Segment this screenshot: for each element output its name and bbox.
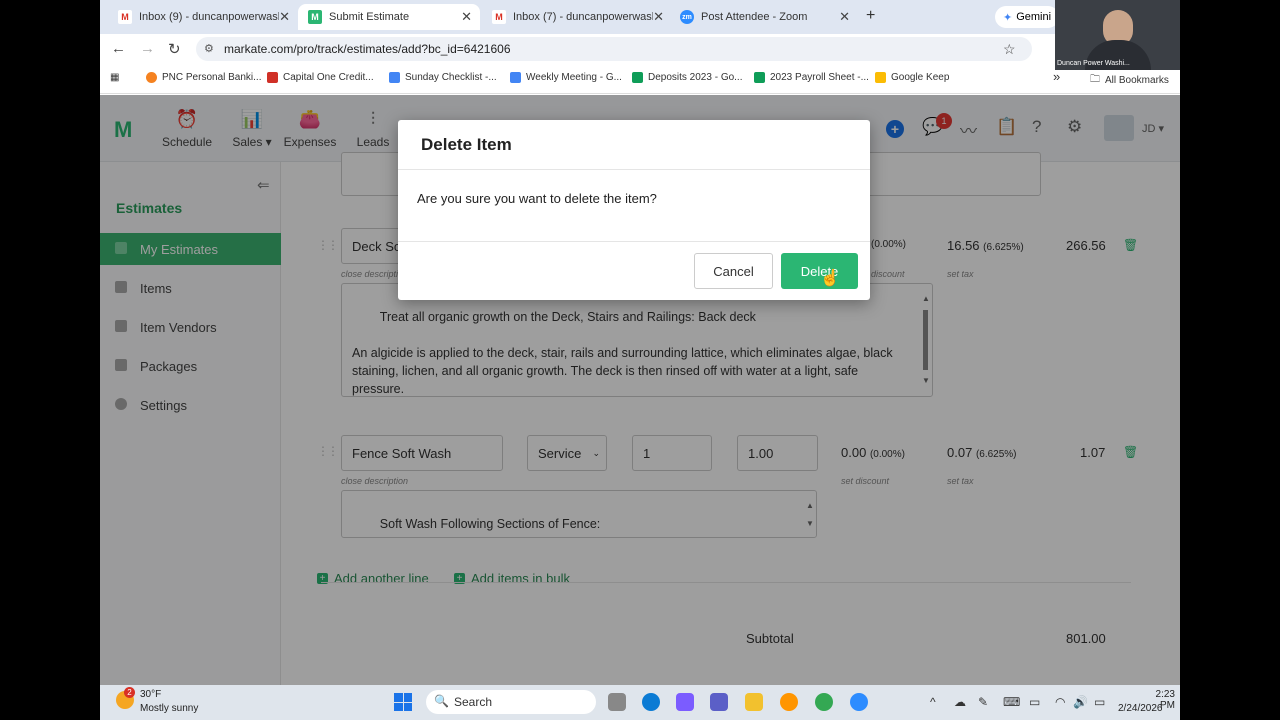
edge-icon[interactable] — [642, 693, 660, 711]
bookmark-weekly-meeting[interactable]: Weekly Meeting - G... — [510, 72, 622, 83]
folder-icon: 🗀 — [1090, 74, 1100, 85]
bookmark-payroll[interactable]: 2023 Payroll Sheet -... — [754, 72, 869, 83]
copilot-icon[interactable] — [676, 693, 694, 711]
address-row: ← → ↻ ⚙ markate.com/pro/track/estimates/… — [100, 34, 1180, 64]
tab-inbox-9[interactable]: M Inbox (9) - duncanpowerwashing ✕ — [108, 4, 298, 30]
display-icon[interactable]: ▭ — [1029, 695, 1040, 709]
sheets-icon — [632, 72, 643, 83]
task-view-icon[interactable] — [608, 693, 626, 711]
dialog-title: Delete Item — [421, 135, 512, 154]
bookmark-label: 2023 Payroll Sheet -... — [770, 72, 869, 83]
letterbox-left — [0, 0, 100, 685]
wifi-icon[interactable]: ◠ — [1055, 695, 1065, 709]
tab-title: Inbox (7) - duncanpowerwashing — [513, 11, 653, 23]
webcam-video: Duncan Power Washi... — [1055, 0, 1180, 70]
bookmark-sunday-checklist[interactable]: Sunday Checklist -... — [389, 72, 497, 83]
letterbox-right — [1180, 70, 1280, 685]
cancel-button[interactable]: Cancel — [694, 253, 773, 289]
bookmarks-bar: ▦ PNC Personal Banki... Capital One Cred… — [100, 64, 1180, 94]
app-icon[interactable] — [780, 693, 798, 711]
gmail-icon: M — [492, 10, 506, 24]
all-bookmarks[interactable]: 🗀 All Bookmarks — [1090, 72, 1169, 89]
apps-grid-icon[interactable]: ▦ — [110, 72, 119, 83]
zoom-icon: zm — [680, 10, 694, 24]
capital-one-icon — [267, 72, 278, 83]
search-icon: 🔍 — [434, 694, 449, 708]
tab-inbox-7[interactable]: M Inbox (7) - duncanpowerwashing ✕ — [482, 4, 672, 30]
pen-icon[interactable]: ✎ — [978, 695, 988, 709]
cloud-icon[interactable]: ☁ — [954, 695, 966, 709]
keyboard-icon[interactable]: ⌨ — [1003, 695, 1020, 709]
more-bookmarks-icon[interactable]: » — [1053, 69, 1060, 84]
all-bookmarks-label: All Bookmarks — [1105, 75, 1169, 86]
windows-start-icon[interactable] — [394, 693, 412, 711]
keep-icon — [875, 72, 886, 83]
file-explorer-icon[interactable] — [745, 693, 763, 711]
close-icon[interactable]: ✕ — [279, 9, 290, 25]
gemini-icon: ✦ — [1003, 11, 1013, 24]
forward-icon[interactable]: → — [140, 40, 155, 57]
weather-badge: 2 — [124, 687, 135, 698]
bookmark-google-keep[interactable]: Google Keep — [875, 72, 949, 83]
taskbar-search[interactable]: 🔍 Search — [426, 690, 596, 714]
bookmark-label: Deposits 2023 - Go... — [648, 72, 743, 83]
clock-date[interactable]: 2/24/2026 — [1118, 703, 1163, 714]
tab-zoom[interactable]: zm Post Attendee - Zoom ✕ — [670, 4, 858, 30]
reload-icon[interactable]: ↻ — [168, 40, 181, 58]
tab-submit-estimate[interactable]: M Submit Estimate ✕ — [298, 4, 480, 30]
browser-window: M Inbox (9) - duncanpowerwashing ✕ M Sub… — [100, 0, 1180, 685]
delete-item-dialog: Delete Item Are you sure you want to del… — [398, 120, 870, 300]
bookmark-capital-one[interactable]: Capital One Credit... — [267, 72, 374, 83]
close-icon[interactable]: ✕ — [839, 9, 850, 25]
site-info-icon[interactable]: ⚙ — [204, 42, 214, 55]
docs-icon — [389, 72, 400, 83]
divider — [398, 169, 870, 170]
bookmark-label: Capital One Credit... — [283, 72, 374, 83]
bookmark-label: Sunday Checklist -... — [405, 72, 497, 83]
dialog-message: Are you sure you want to delete the item… — [417, 191, 657, 206]
volume-icon[interactable]: 🔊 — [1073, 695, 1088, 709]
gmail-icon: M — [118, 10, 132, 24]
bookmark-label: PNC Personal Banki... — [162, 72, 262, 83]
pnc-icon — [146, 72, 157, 83]
teams-icon[interactable] — [710, 693, 728, 711]
new-tab-button[interactable]: + — [866, 7, 875, 25]
tab-title: Inbox (9) - duncanpowerwashing — [139, 11, 279, 23]
chrome-icon[interactable] — [815, 693, 833, 711]
docs-icon — [510, 72, 521, 83]
url-text: markate.com/pro/track/estimates/add?bc_i… — [224, 42, 511, 56]
bookmark-deposits[interactable]: Deposits 2023 - Go... — [632, 72, 743, 83]
bookmark-star-icon[interactable]: ☆ — [1003, 41, 1016, 58]
gemini-button[interactable]: ✦ Gemini — [995, 6, 1060, 28]
back-icon[interactable]: ← — [111, 40, 126, 57]
temperature[interactable]: 30°F — [140, 689, 161, 700]
zoom-icon[interactable] — [850, 693, 868, 711]
close-icon[interactable]: ✕ — [653, 9, 664, 25]
sheets-icon — [754, 72, 765, 83]
bookmark-label: Google Keep — [891, 72, 950, 83]
bookmark-label: Weekly Meeting - G... — [526, 72, 622, 83]
url-bar[interactable]: ⚙ markate.com/pro/track/estimates/add?bc… — [196, 37, 1032, 61]
battery-icon[interactable]: ▭ — [1094, 695, 1105, 709]
chevron-up-icon[interactable]: ^ — [930, 695, 936, 709]
tab-title: Submit Estimate — [329, 11, 410, 23]
close-icon[interactable]: ✕ — [461, 9, 472, 25]
mouse-cursor-icon: ☝ — [820, 270, 840, 287]
windows-taskbar: 2 30°F Mostly sunny 🔍 Search ^ ☁ ✎ ⌨ ▭ ◠ … — [100, 685, 1180, 720]
gemini-label: Gemini — [1016, 11, 1052, 23]
weather-text[interactable]: Mostly sunny — [140, 703, 198, 714]
tab-strip: M Inbox (9) - duncanpowerwashing ✕ M Sub… — [100, 0, 1180, 34]
divider — [398, 241, 870, 242]
markate-icon: M — [308, 10, 322, 24]
tab-title: Post Attendee - Zoom — [701, 11, 808, 23]
search-placeholder: Search — [454, 695, 493, 709]
bookmark-pnc[interactable]: PNC Personal Banki... — [146, 72, 262, 83]
webcam-caption: Duncan Power Washi... — [1057, 60, 1130, 67]
